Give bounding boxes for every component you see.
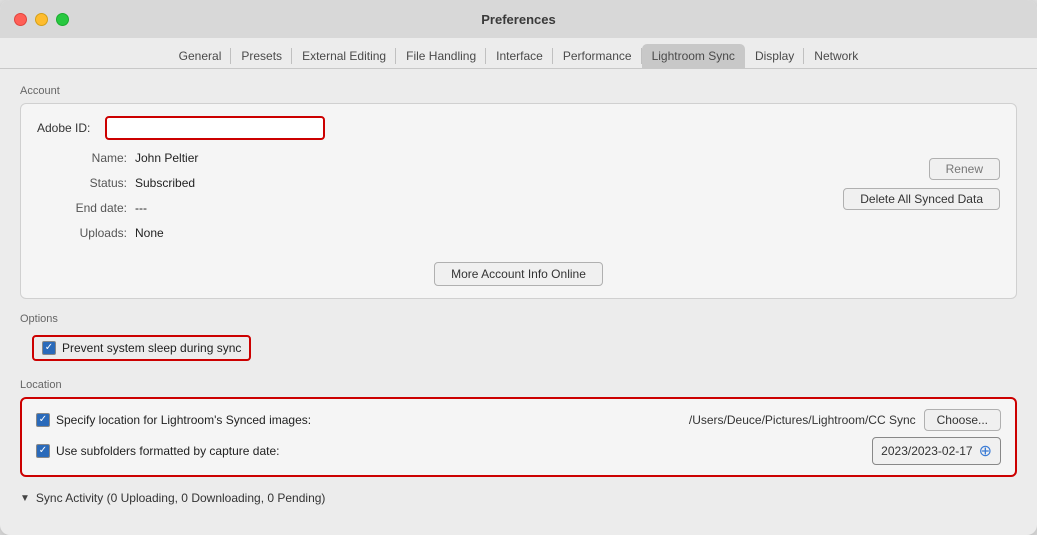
end-date-row: End date: --- <box>47 198 198 218</box>
adobe-id-row: Adobe ID: <box>37 116 1000 140</box>
delete-synced-data-button[interactable]: Delete All Synced Data <box>843 188 1000 210</box>
tab-bar: General Presets External Editing File Ha… <box>0 38 1037 69</box>
status-row: Status: Subscribed <box>47 173 198 193</box>
sync-activity-label: Sync Activity (0 Uploading, 0 Downloadin… <box>36 491 326 505</box>
tab-interface[interactable]: Interface <box>486 44 553 68</box>
specify-location-right: /Users/Deuce/Pictures/Lightroom/CC Sync … <box>689 409 1001 431</box>
subfolders-checkbox[interactable]: ✓ <box>36 444 50 458</box>
name-key: Name: <box>47 151 127 165</box>
name-val: John Peltier <box>135 151 198 165</box>
location-path: /Users/Deuce/Pictures/Lightroom/CC Sync <box>689 413 916 427</box>
uploads-key: Uploads: <box>47 226 127 240</box>
account-right-buttons: Renew Delete All Synced Data <box>843 148 1000 210</box>
location-section: Location ✓ Specify location for Lightroo… <box>20 379 1017 477</box>
maximize-button[interactable] <box>56 13 69 26</box>
prevent-sleep-label: Prevent system sleep during sync <box>62 341 241 355</box>
location-section-label: Location <box>20 379 1017 391</box>
window-controls <box>14 13 69 26</box>
account-left-info: Name: John Peltier Status: Subscribed En… <box>37 148 198 248</box>
options-box: ✓ Prevent system sleep during sync <box>20 331 1017 365</box>
account-section-label: Account <box>20 85 1017 97</box>
tab-external-editing[interactable]: External Editing <box>292 44 396 68</box>
account-info-grid: Name: John Peltier Status: Subscribed En… <box>37 148 1000 248</box>
status-key: Status: <box>47 176 127 190</box>
choose-button[interactable]: Choose... <box>924 409 1001 431</box>
minimize-button[interactable] <box>35 13 48 26</box>
uploads-row: Uploads: None <box>47 223 198 243</box>
specify-location-label: Specify location for Lightroom's Synced … <box>56 413 311 427</box>
checkmark-icon-2: ✓ <box>39 415 47 425</box>
info-rows: Name: John Peltier Status: Subscribed En… <box>47 148 198 243</box>
prevent-sleep-checkbox[interactable]: ✓ <box>42 341 56 355</box>
name-row: Name: John Peltier <box>47 148 198 168</box>
subfolders-left: ✓ Use subfolders formatted by capture da… <box>36 444 279 458</box>
prevent-sleep-row: ✓ Prevent system sleep during sync <box>32 335 251 361</box>
tab-presets[interactable]: Presets <box>231 44 292 68</box>
subfolders-label: Use subfolders formatted by capture date… <box>56 444 279 458</box>
uploads-val: None <box>135 226 164 240</box>
close-button[interactable] <box>14 13 27 26</box>
adobe-id-input[interactable] <box>105 116 325 140</box>
titlebar: Preferences <box>0 0 1037 38</box>
more-account-info-button[interactable]: More Account Info Online <box>434 262 603 286</box>
date-format-value: 2023/2023-02-17 <box>881 444 972 458</box>
specify-location-checkbox[interactable]: ✓ <box>36 413 50 427</box>
tab-network[interactable]: Network <box>804 44 868 68</box>
tab-display[interactable]: Display <box>745 44 804 68</box>
account-box: Adobe ID: Name: John Peltier Status: <box>20 103 1017 299</box>
adobe-id-label: Adobe ID: <box>37 121 97 135</box>
specify-location-left: ✓ Specify location for Lightroom's Synce… <box>36 413 311 427</box>
more-info-row: More Account Info Online <box>37 254 1000 286</box>
tab-lightroom-sync[interactable]: Lightroom Sync <box>642 44 745 68</box>
content-area: Account Adobe ID: Name: John Peltier <box>0 69 1037 535</box>
window-title: Preferences <box>481 12 555 27</box>
triangle-icon: ▼ <box>20 493 30 504</box>
options-section: Options ✓ Prevent system sleep during sy… <box>20 313 1017 365</box>
specify-location-row: ✓ Specify location for Lightroom's Synce… <box>36 409 1001 431</box>
renew-button[interactable]: Renew <box>929 158 1000 180</box>
end-date-val: --- <box>135 201 147 215</box>
subfolders-right: 2023/2023-02-17 ⊕ <box>872 437 1001 465</box>
sync-activity-row: ▼ Sync Activity (0 Uploading, 0 Download… <box>20 491 1017 505</box>
date-format-select[interactable]: 2023/2023-02-17 ⊕ <box>872 437 1001 465</box>
options-section-label: Options <box>20 313 1017 325</box>
chevron-down-icon: ⊕ <box>979 441 992 461</box>
tab-performance[interactable]: Performance <box>553 44 642 68</box>
end-date-key: End date: <box>47 201 127 215</box>
location-box: ✓ Specify location for Lightroom's Synce… <box>20 397 1017 477</box>
tab-file-handling[interactable]: File Handling <box>396 44 486 68</box>
account-section: Account Adobe ID: Name: John Peltier <box>20 85 1017 299</box>
subfolders-row: ✓ Use subfolders formatted by capture da… <box>36 437 1001 465</box>
main-window: Preferences General Presets External Edi… <box>0 0 1037 535</box>
checkmark-icon: ✓ <box>45 343 53 353</box>
tab-general[interactable]: General <box>169 44 232 68</box>
status-val: Subscribed <box>135 176 195 190</box>
checkmark-icon-3: ✓ <box>39 446 47 456</box>
